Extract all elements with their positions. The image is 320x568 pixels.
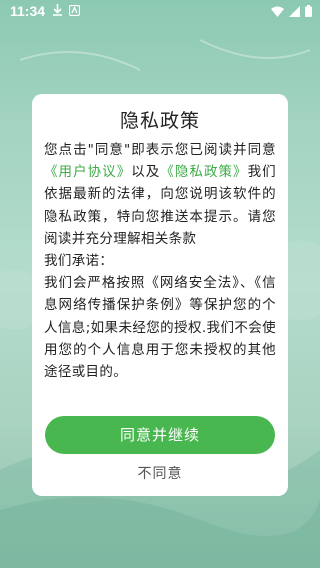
signal-icon (289, 5, 300, 21)
status-left-icons (52, 4, 81, 20)
privacy-policy-link[interactable]: 《隐私政策》 (160, 164, 247, 180)
download-icon (52, 4, 63, 20)
agree-continue-button[interactable]: 同意并继续 (45, 416, 275, 454)
status-bar: 11:34 (0, 0, 320, 24)
commitment-text: 我们会严格按照《网络安全法》、《信息网络传播保护条例》等保护您的个人信息;如果未… (44, 275, 276, 381)
user-agreement-link[interactable]: 《用户协议》 (44, 164, 131, 180)
status-right-icons (271, 5, 312, 21)
privacy-dialog: 隐私政策 您点击"同意"即表示您已阅读并同意《用户协议》以及《隐私政策》我们依据… (32, 94, 288, 496)
wifi-icon (271, 6, 284, 21)
app-notification-icon (68, 4, 81, 20)
commitment-heading: 我们承诺： (44, 253, 114, 270)
intro-paragraph: 您点击"同意"即表示您已阅读并同意《用户协议》以及《隐私政策》我们依据最新的法律… (44, 139, 276, 250)
status-time: 11:34 (10, 3, 46, 19)
and-text: 以及 (131, 164, 161, 181)
dialog-title: 隐私政策 (119, 110, 200, 132)
battery-icon (305, 5, 312, 21)
disagree-button[interactable]: 不同意 (32, 462, 288, 486)
dialog-body: 您点击"同意"即表示您已阅读并同意《用户协议》以及《隐私政策》我们依据最新的法律… (44, 139, 276, 383)
intro-text-1: 您点击"同意"即表示您已阅读并同意 (44, 142, 276, 158)
